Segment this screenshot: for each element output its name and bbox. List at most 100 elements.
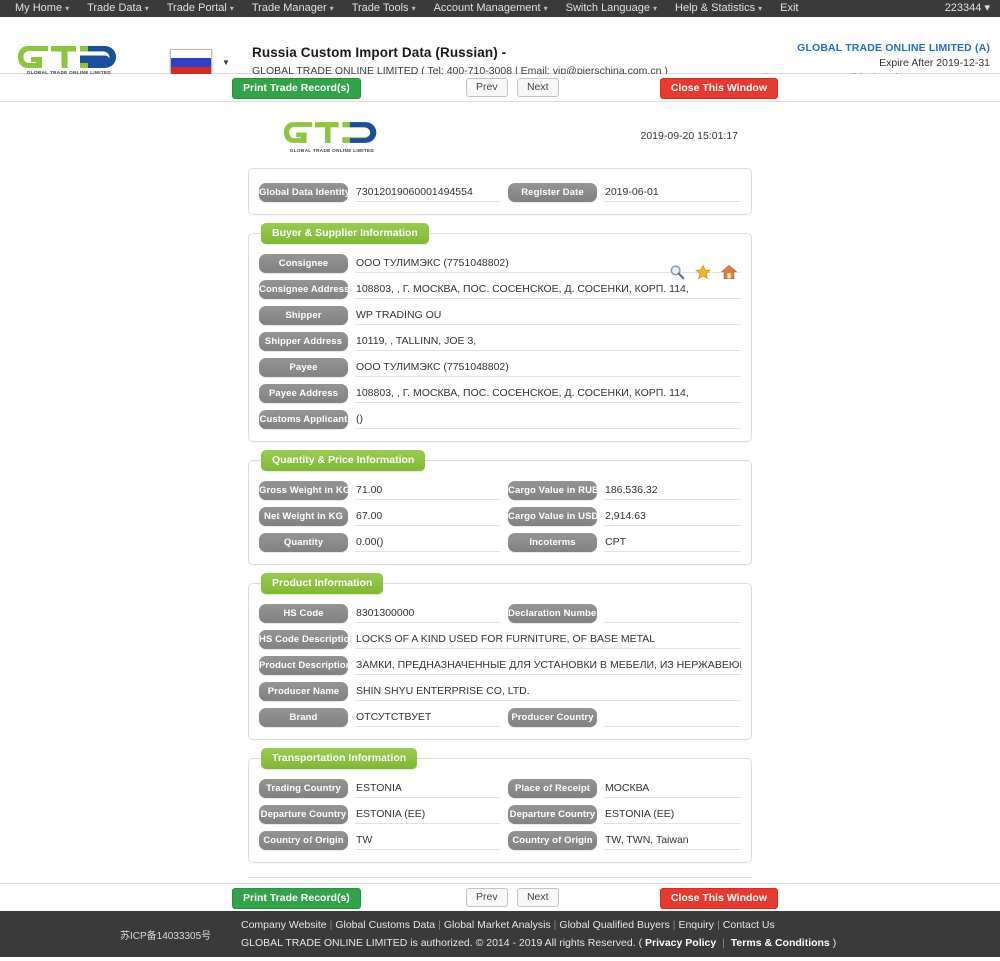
topnav-item-trade-portal[interactable]: Trade Portal ▾ xyxy=(158,0,243,17)
separator: | xyxy=(438,919,441,931)
field-value: ESTONIA (EE) xyxy=(355,804,500,824)
field-value: 186,536.32 xyxy=(604,480,741,500)
field-consignee-address: Consignee Address 108803, , Г. МОСКВА, ПО… xyxy=(259,279,741,299)
field-value: ООО ТУЛИМЭКС (7751048802) xyxy=(355,357,741,377)
topnav-item-label: Exit xyxy=(780,2,799,14)
section-transportation-information: Transportation Information Trading Countr… xyxy=(248,748,752,863)
topnav-item-trade-tools[interactable]: Trade Tools ▾ xyxy=(343,0,425,17)
close-window-button-bottom[interactable]: Close This Window xyxy=(659,888,778,909)
topnav-item-label: Trade Manager xyxy=(251,2,327,14)
field-label: Cargo Value in RUB xyxy=(508,480,597,500)
field-payee-address: Payee Address 108803, , Г. МОСКВА, ПОС. С… xyxy=(259,383,741,403)
separator: | xyxy=(717,919,720,931)
chevron-down-icon: ▾ xyxy=(543,4,548,13)
trade-record-document: GLOBAL TRADE ONLINE LIMITED 2019-09-20 1… xyxy=(230,102,770,913)
field-label: Consignee Address xyxy=(259,279,348,299)
field-row: Producer Name SHIN SHYU ENTERPRISE CO, LT… xyxy=(259,678,741,704)
footer-link-global-customs-data[interactable]: Global Customs Data xyxy=(335,919,435,931)
field-gross-weight-in-kg: Gross Weight in KG 71.00 xyxy=(259,480,500,500)
document-logo: GLOBAL TRADE ONLINE LIMITED xyxy=(284,120,380,153)
print-trade-records-button-bottom[interactable]: Print Trade Record(s) xyxy=(232,888,361,909)
field-row: Quantity 0.00() Incoterms CPT xyxy=(259,529,741,555)
next-button[interactable]: Next xyxy=(516,78,559,97)
field-label: Register Date xyxy=(508,182,597,202)
field-quantity: Quantity 0.00() xyxy=(259,532,500,552)
field-cargo-value-in-rub: Cargo Value in RUB 186,536.32 xyxy=(500,480,741,500)
field-row: Shipper Address 10119, , TALLINN, JOE 3, xyxy=(259,328,741,354)
field-label: Trading Country xyxy=(259,778,348,798)
field-value: 2019-06-01 xyxy=(604,182,741,202)
field-label: Quantity xyxy=(259,532,348,552)
chevron-down-icon: ▾ xyxy=(229,4,234,13)
prev-button[interactable]: Prev xyxy=(466,78,508,97)
field-departure-country: Departure Country ESTONIA (EE) xyxy=(259,804,500,824)
home-icon[interactable] xyxy=(721,264,737,280)
topnav-item-account-management[interactable]: Account Management ▾ xyxy=(425,0,557,17)
field-incoterms: Incoterms CPT xyxy=(500,532,741,552)
topnav-item-exit[interactable]: Exit xyxy=(771,0,807,17)
field-label: Gross Weight in KG xyxy=(259,480,348,500)
topnav-item-help-statistics[interactable]: Help & Statistics ▾ xyxy=(666,0,771,17)
chevron-down-icon[interactable]: ▼ xyxy=(222,58,230,67)
field-value: TW, TWN, Taiwan xyxy=(604,830,741,850)
print-trade-records-button[interactable]: Print Trade Record(s) xyxy=(232,78,361,99)
field-row: Customs Applicant () xyxy=(259,406,741,432)
account-company-name[interactable]: GLOBAL TRADE ONLINE LIMITED (A) xyxy=(759,42,990,54)
field-label: Cargo Value in USD xyxy=(508,506,597,526)
field-place-of-receipt: Place of Receipt МОСКВА xyxy=(500,778,741,798)
field-customs-applicant: Customs Applicant () xyxy=(259,409,741,429)
field-shipper: Shipper WP TRADING OU xyxy=(259,305,741,325)
toolbar-top: Print Trade Record(s) Prev Next Close Th… xyxy=(0,74,1000,102)
field-product-description: Product Description ЗАМКИ, ПРЕДНАЗНАЧЕННЫ… xyxy=(259,655,741,675)
page-footer: 苏ICP备14033305号 Company Website | Global Cu… xyxy=(0,911,1000,957)
field-row: Payee ООО ТУЛИМЭКС (7751048802) xyxy=(259,354,741,380)
footer-link-global-qualified-buyers[interactable]: Global Qualified Buyers xyxy=(559,919,669,931)
footer-link-enquiry[interactable]: Enquiry xyxy=(678,919,714,931)
field-value: LOCKS OF A KIND USED FOR FURNITURE, OF B… xyxy=(355,629,741,649)
topnav-item-label: Trade Portal xyxy=(166,2,227,14)
close-window-button[interactable]: Close This Window xyxy=(659,78,778,99)
topnav-item-switch-language[interactable]: Switch Language ▾ xyxy=(557,0,666,17)
field-value: 8301300000 xyxy=(355,603,500,623)
footer-link-contact-us[interactable]: Contact Us xyxy=(723,919,775,931)
copyright-suffix: ) xyxy=(832,937,837,949)
field-trading-country: Trading Country ESTONIA xyxy=(259,778,500,798)
field-value: ESTONIA (EE) xyxy=(604,804,741,824)
search-icon[interactable] xyxy=(669,264,685,280)
field-value: 108803, , Г. МОСКВА, ПОС. СОСЕНСКОЕ, Д. … xyxy=(355,383,741,403)
prev-button-bottom[interactable]: Prev xyxy=(466,888,508,907)
field-net-weight-in-kg: Net Weight in KG 67.00 xyxy=(259,506,500,526)
top-navigation-bar: My Home ▾ Trade Data ▾ Trade Portal ▾ Trade Ma… xyxy=(0,0,1000,17)
account-menu[interactable]: 223344 ▾ xyxy=(945,0,990,17)
topnav-item-trade-manager[interactable]: Trade Manager ▾ xyxy=(243,0,343,17)
copyright-text: GLOBAL TRADE ONLINE LIMITED is authorize… xyxy=(241,937,643,949)
section-title: Product Information xyxy=(261,573,384,594)
identity-panel: Global Data Identity 7301201906000149455… xyxy=(248,168,752,215)
field-label: HS Code Description xyxy=(259,629,348,649)
section-title: Transportation Information xyxy=(261,748,418,769)
topnav-item-trade-data[interactable]: Trade Data ▾ xyxy=(78,0,158,17)
country-flag-selector[interactable]: ▼ xyxy=(170,49,230,76)
field-value: 2,914.63 xyxy=(604,506,741,526)
chevron-down-icon: ▾ xyxy=(65,4,70,13)
terms-conditions-link[interactable]: Terms & Conditions xyxy=(731,937,830,949)
topnav-item-my-home[interactable]: My Home ▾ xyxy=(6,0,78,17)
footer-link-global-market-analysis[interactable]: Global Market Analysis xyxy=(444,919,551,931)
footer-link-company-website[interactable]: Company Website xyxy=(241,919,327,931)
star-icon[interactable] xyxy=(695,264,711,280)
gto-logo-icon xyxy=(18,46,116,68)
field-label: Shipper xyxy=(259,305,348,325)
brand-logo[interactable]: GLOBAL TRADE ONLINE LIMITED xyxy=(18,44,120,75)
field-producer-country: Producer Country xyxy=(500,707,741,727)
field-hs-code: HS Code 8301300000 xyxy=(259,603,500,623)
field-row: Departure Country ESTONIA (EE) Departure C… xyxy=(259,801,741,827)
chevron-down-icon: ▾ xyxy=(984,2,990,14)
field-label: Customs Applicant xyxy=(259,409,348,429)
document-header: GLOBAL TRADE ONLINE LIMITED 2019-09-20 1… xyxy=(248,116,752,166)
chevron-down-icon: ▾ xyxy=(144,4,149,13)
privacy-policy-link[interactable]: Privacy Policy xyxy=(645,937,716,949)
next-button-bottom[interactable]: Next xyxy=(516,888,559,907)
field-row: Gross Weight in KG 71.00 Cargo Value in RU… xyxy=(259,477,741,503)
field-label: Brand xyxy=(259,707,348,727)
gto-logo-icon xyxy=(284,122,377,143)
